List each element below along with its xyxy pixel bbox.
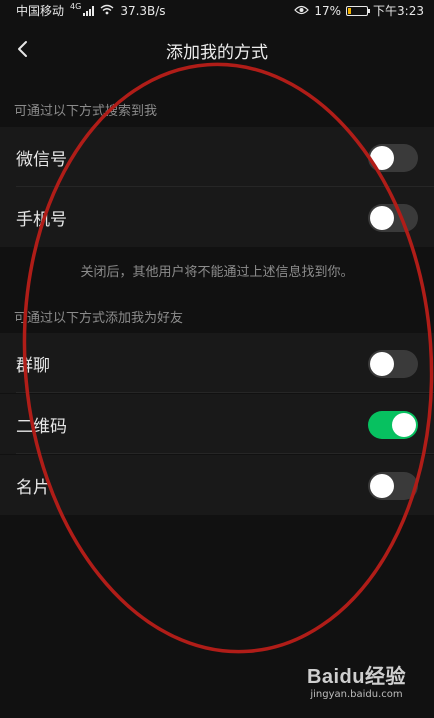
page-title: 添加我的方式	[166, 43, 268, 63]
toggle-knob	[370, 206, 394, 230]
setting-row-phone: 手机号	[0, 187, 434, 247]
setting-label: 微信号	[16, 150, 67, 170]
network-speed: 37.3B/s	[120, 3, 166, 18]
setting-row-group-chat: 群聊	[0, 333, 434, 393]
nav-bar: 添加我的方式	[0, 24, 434, 78]
toggle-switch[interactable]	[368, 144, 418, 172]
carrier-label: 中国移动	[16, 4, 65, 18]
toggle-switch[interactable]	[368, 204, 418, 232]
row-divider	[16, 453, 434, 454]
watermark-brand: Baidu经验	[306, 666, 406, 688]
eye-icon	[294, 4, 310, 18]
wifi-icon	[100, 4, 114, 18]
toggle-switch[interactable]	[368, 411, 418, 439]
watermark-url: jingyan.baidu.com	[310, 689, 403, 700]
setting-label: 名片	[16, 478, 50, 498]
clock-time: 下午3:23	[373, 4, 424, 18]
status-bar: 中国移动 4G 37.3B/s 17% 下午3:23	[0, 0, 434, 20]
section-header-search: 可通过以下方式搜索到我	[14, 104, 158, 119]
setting-row-qr-code: 二维码	[0, 394, 434, 454]
battery-icon	[346, 5, 371, 16]
toggle-knob	[370, 352, 394, 376]
setting-label: 群聊	[16, 356, 50, 376]
signal-icon	[83, 5, 95, 16]
toggle-knob	[370, 474, 394, 498]
setting-label: 二维码	[16, 417, 67, 437]
toggle-knob	[392, 413, 416, 437]
baidu-watermark: Baidu经验 jingyan.baidu.com	[307, 660, 406, 700]
row-divider	[16, 392, 434, 393]
toggle-knob	[370, 146, 394, 170]
network-type-label: 4G	[70, 2, 82, 11]
toggle-switch[interactable]	[368, 472, 418, 500]
toggle-switch[interactable]	[368, 350, 418, 378]
section-header-add: 可通过以下方式添加我为好友	[14, 311, 184, 326]
setting-row-wechat-id: 微信号	[0, 127, 434, 187]
setting-label: 手机号	[16, 210, 67, 230]
battery-percent: 17%	[314, 3, 342, 18]
setting-row-contact-card: 名片	[0, 455, 434, 515]
privacy-note: 关闭后，其他用户将不能通过上述信息找到你。	[80, 265, 354, 280]
